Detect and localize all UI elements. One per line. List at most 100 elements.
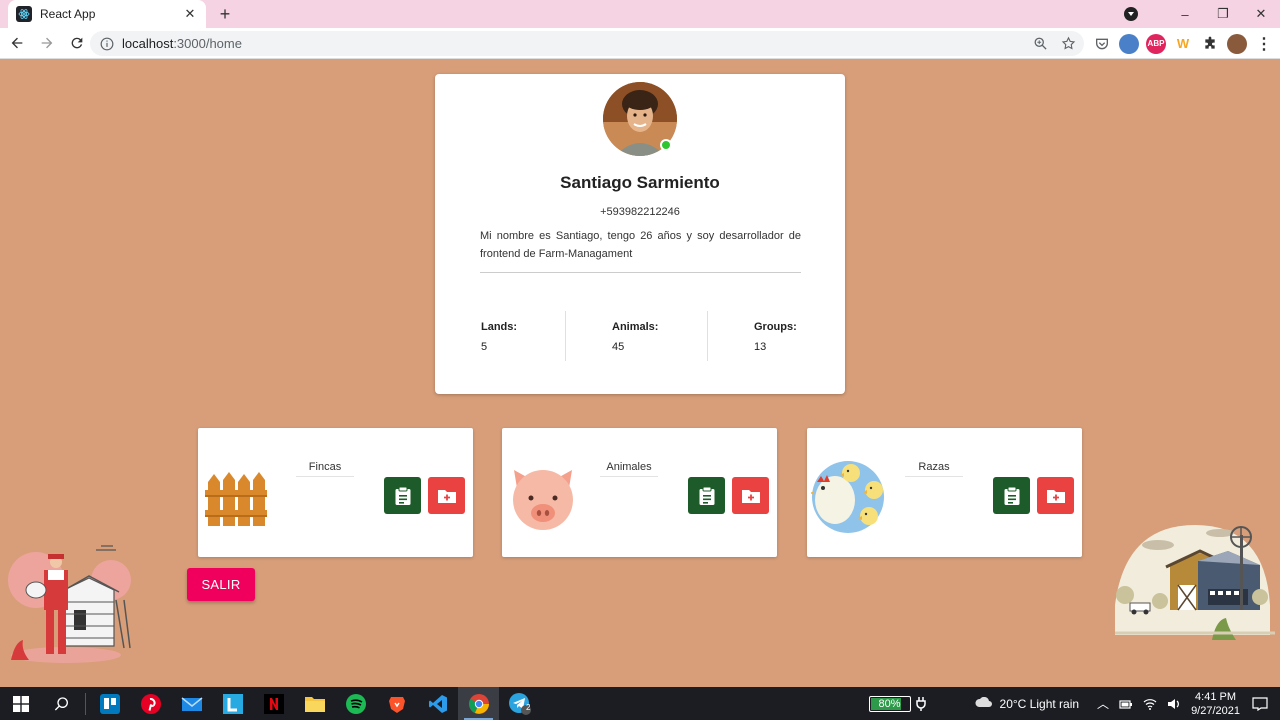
mail-app[interactable] bbox=[171, 687, 212, 720]
window-controls: – ❐ ✕ bbox=[1124, 0, 1280, 28]
chickens-icon bbox=[810, 460, 885, 534]
category-title: Fincas bbox=[296, 461, 354, 477]
puzzle-extensions-icon[interactable] bbox=[1200, 33, 1220, 54]
l-app-icon bbox=[222, 693, 243, 714]
vscode-app[interactable] bbox=[417, 687, 458, 720]
search-button[interactable] bbox=[41, 687, 82, 720]
spotify-icon bbox=[345, 693, 366, 714]
stat-value: 45 bbox=[612, 341, 625, 353]
netflix-icon bbox=[263, 693, 284, 714]
world-icon[interactable] bbox=[1119, 33, 1139, 54]
list-razas-button[interactable] bbox=[993, 477, 1030, 514]
stat-label: Lands: bbox=[481, 321, 518, 333]
stat-separator bbox=[707, 311, 708, 361]
vscode-icon bbox=[428, 694, 447, 713]
mail-icon bbox=[181, 696, 202, 711]
folder-add-icon bbox=[1046, 489, 1065, 503]
pinterest-app[interactable] bbox=[130, 687, 171, 720]
start-button[interactable] bbox=[0, 687, 41, 720]
telegram-badge: 2 bbox=[526, 703, 531, 712]
profile-avatar-icon[interactable] bbox=[1227, 33, 1247, 54]
barn-illustration bbox=[1110, 515, 1275, 645]
trello-app[interactable] bbox=[89, 687, 130, 720]
clock[interactable]: 4:41 PM 9/27/2021 bbox=[1191, 690, 1240, 718]
list-fincas-button[interactable] bbox=[384, 477, 421, 514]
cloud-rain-icon bbox=[975, 696, 992, 707]
farmer-illustration bbox=[6, 540, 136, 665]
stat-value: 13 bbox=[754, 341, 767, 353]
info-icon[interactable] bbox=[100, 37, 114, 51]
new-tab-button[interactable]: + bbox=[214, 4, 236, 24]
tab-title: React App bbox=[40, 7, 96, 21]
fence-icon bbox=[202, 460, 276, 534]
battery-indicator[interactable]: 80% bbox=[868, 695, 911, 712]
profile-card: Santiago Sarmiento +593982212246 Mi nomb… bbox=[435, 74, 845, 394]
volume-icon[interactable] bbox=[1167, 698, 1181, 710]
clock-date: 9/27/2021 bbox=[1191, 704, 1240, 717]
profile-phone: +593982212246 bbox=[600, 206, 680, 218]
wunderlist-icon[interactable]: W bbox=[1173, 33, 1193, 54]
close-window-button[interactable]: ✕ bbox=[1242, 6, 1280, 22]
netflix-app[interactable] bbox=[253, 687, 294, 720]
taskbar-separator bbox=[85, 692, 86, 715]
forward-button[interactable] bbox=[34, 30, 60, 56]
logout-button[interactable]: SALIR bbox=[187, 568, 255, 601]
weather-text[interactable]: 20°C Light rain bbox=[1000, 697, 1080, 711]
stat-animals: Animals: 45 bbox=[612, 321, 658, 353]
spotify-app[interactable] bbox=[335, 687, 376, 720]
battery-tray-icon[interactable] bbox=[1119, 698, 1133, 710]
notifications-icon[interactable] bbox=[1252, 696, 1268, 711]
wifi-icon[interactable] bbox=[1143, 698, 1157, 710]
stat-lands: Lands: 5 bbox=[481, 321, 517, 353]
pocket-icon[interactable] bbox=[1092, 33, 1112, 54]
minimize-button[interactable]: – bbox=[1166, 7, 1204, 22]
url-text[interactable]: localhost:3000/home bbox=[122, 36, 1028, 51]
add-finca-button[interactable] bbox=[428, 477, 465, 514]
clock-time: 4:41 PM bbox=[1195, 690, 1237, 703]
profile-name: Santiago Sarmiento bbox=[560, 173, 720, 192]
extensions-area: ABP W ⋮ bbox=[1092, 31, 1280, 56]
arrow-left-icon bbox=[11, 37, 23, 49]
list-animales-button[interactable] bbox=[688, 477, 725, 514]
l-app[interactable] bbox=[212, 687, 253, 720]
reload-icon bbox=[71, 37, 83, 49]
profile-bio: Mi nombre es Santiago, tengo 26 años y s… bbox=[480, 230, 801, 260]
chrome-app[interactable] bbox=[458, 687, 499, 720]
add-animal-button[interactable] bbox=[732, 477, 769, 514]
file-explorer-app[interactable] bbox=[294, 687, 335, 720]
menu-dots-icon[interactable]: ⋮ bbox=[1254, 33, 1274, 54]
tab-strip: React App ✕ + – ❐ ✕ bbox=[0, 0, 1280, 28]
category-card-fincas: Fincas bbox=[198, 428, 473, 557]
react-icon bbox=[16, 6, 32, 22]
bookmark-star-icon[interactable] bbox=[1056, 32, 1080, 56]
folder-icon bbox=[304, 696, 325, 712]
browser-tab[interactable]: React App ✕ bbox=[8, 0, 206, 28]
telegram-app[interactable]: 2 bbox=[499, 687, 540, 720]
chevron-up-icon[interactable]: ︿ bbox=[1097, 695, 1109, 712]
clipboard-icon bbox=[395, 486, 410, 505]
plug-icon bbox=[915, 696, 926, 711]
windows-icon bbox=[12, 695, 29, 712]
media-control-icon[interactable] bbox=[1124, 7, 1138, 21]
arrow-right-icon bbox=[41, 37, 53, 49]
stat-groups: Groups: 13 bbox=[754, 321, 797, 353]
reload-button[interactable] bbox=[64, 30, 90, 56]
search-icon bbox=[54, 696, 68, 710]
clipboard-icon bbox=[699, 486, 714, 505]
pig-icon bbox=[506, 460, 580, 534]
stat-separator bbox=[565, 311, 566, 361]
address-bar[interactable]: localhost:3000/home bbox=[90, 31, 1084, 56]
pinterest-icon bbox=[140, 693, 161, 714]
back-button[interactable] bbox=[4, 30, 30, 56]
maximize-button[interactable]: ❐ bbox=[1204, 6, 1242, 22]
stat-label: Animals: bbox=[612, 321, 659, 333]
browser-toolbar: localhost:3000/home ABP W ⋮ bbox=[0, 28, 1280, 59]
online-status-indicator bbox=[660, 139, 672, 151]
tab-close-icon[interactable]: ✕ bbox=[182, 6, 198, 22]
add-raza-button[interactable] bbox=[1037, 477, 1074, 514]
zoom-icon[interactable] bbox=[1028, 32, 1052, 56]
adblock-icon[interactable]: ABP bbox=[1146, 33, 1166, 54]
chrome-icon bbox=[468, 693, 489, 714]
brave-app[interactable] bbox=[376, 687, 417, 720]
category-card-razas: Razas bbox=[807, 428, 1082, 557]
